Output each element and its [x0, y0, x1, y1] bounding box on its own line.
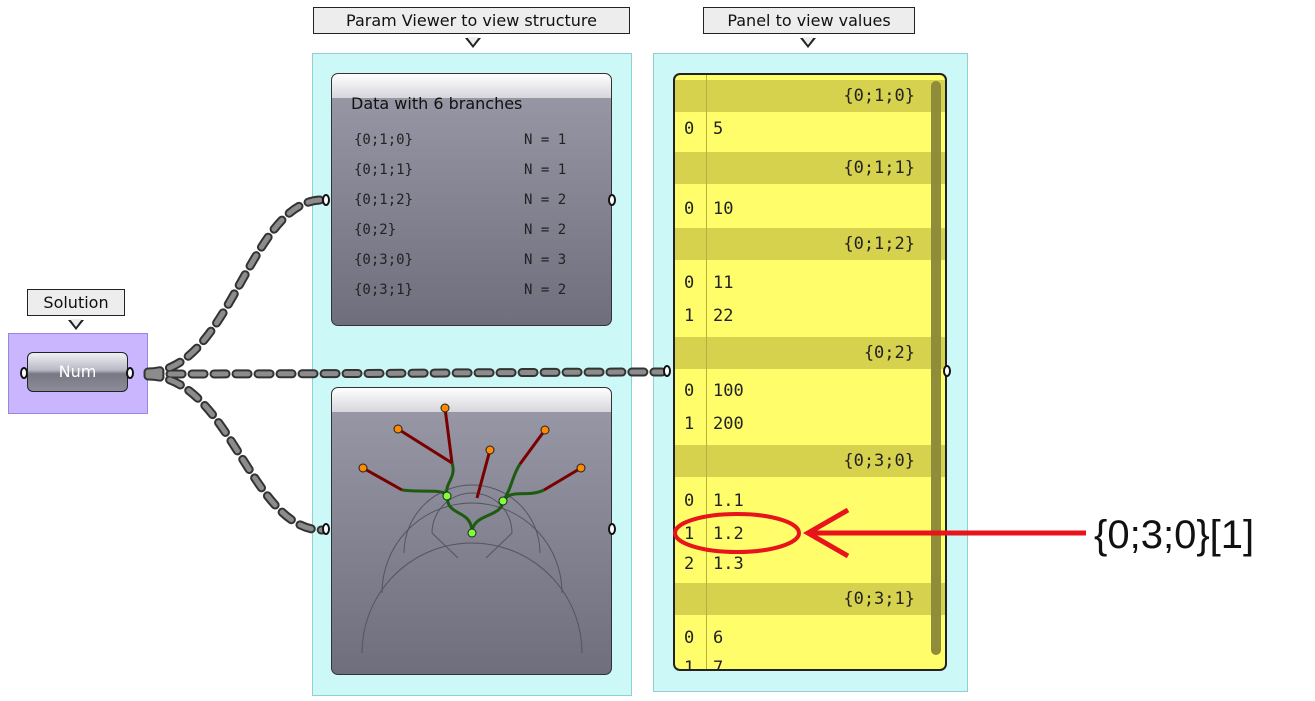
annotation-label: {0;3;0}[1]: [1094, 513, 1255, 557]
annotation-overlay: [673, 507, 1086, 559]
highlight-ellipse: [673, 512, 801, 554]
